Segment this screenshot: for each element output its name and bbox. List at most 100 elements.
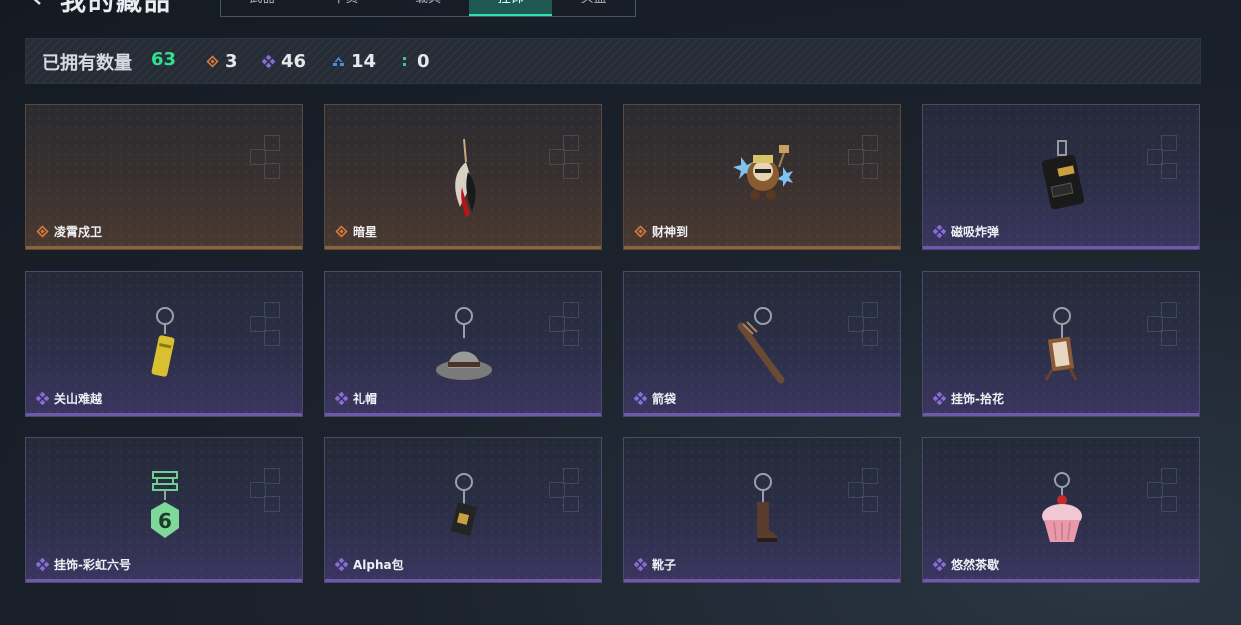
item-card[interactable]: 挂饰-拾花 <box>922 271 1200 417</box>
rarity-count-purple: 46 <box>262 51 306 72</box>
purple-diamond-icon <box>933 225 946 238</box>
back-arrow-icon[interactable] <box>26 0 46 6</box>
item-name: 暗星 <box>353 225 378 239</box>
item-name: 悠然茶歇 <box>951 558 1000 572</box>
purple-diamond-icon <box>335 392 348 405</box>
card-decoration <box>250 135 294 179</box>
item-label: 磁吸炸弹 <box>933 223 999 240</box>
item-name: 挂饰-拾花 <box>951 392 1004 406</box>
flower-frame-charm-icon <box>1044 307 1078 381</box>
green-dots-icon <box>403 57 406 66</box>
card-decoration <box>848 135 892 179</box>
tab-weapons[interactable]: 武器 <box>221 0 304 16</box>
rarity-bar <box>26 246 302 249</box>
tab-helmets[interactable]: 头盔 <box>552 0 635 16</box>
orange-diamond-icon <box>36 225 49 238</box>
item-card[interactable]: 悠然茶歇 <box>922 437 1200 583</box>
tab-operators[interactable]: 干员 <box>304 0 387 16</box>
card-decoration <box>549 468 593 512</box>
item-card[interactable]: 靴子 <box>623 437 901 583</box>
item-label: 悠然茶歇 <box>933 556 999 573</box>
card-decoration <box>549 135 593 179</box>
item-label: 箭袋 <box>634 390 676 407</box>
item-label: 财神到 <box>634 223 688 240</box>
purple-diamond-icon <box>634 392 647 405</box>
item-card[interactable]: 礼帽 <box>324 271 602 417</box>
item-card[interactable]: 6 挂饰-彩虹六号 <box>25 437 303 583</box>
rarity-bar <box>624 579 900 582</box>
rarity-bar <box>923 246 1199 249</box>
card-decoration <box>848 468 892 512</box>
item-label: Alpha包 <box>335 556 404 573</box>
rarity-count-green: 0 <box>398 51 430 72</box>
item-name: 箭袋 <box>652 392 677 406</box>
card-decoration <box>1147 468 1191 512</box>
item-name: 凌霄戍卫 <box>54 225 103 239</box>
card-decoration <box>250 302 294 346</box>
boot-charm-icon <box>754 473 777 542</box>
rarity-bar <box>325 579 601 582</box>
blue-count: 14 <box>351 51 377 72</box>
rarity-bar <box>325 246 601 249</box>
item-card[interactable]: 财神到 <box>623 104 901 250</box>
cupcake-charm-icon <box>1042 472 1082 542</box>
card-decoration <box>1147 302 1191 346</box>
rainbow-six-charm-icon: 6 <box>151 471 179 538</box>
item-label: 挂饰-拾花 <box>933 390 1004 407</box>
owned-label: 已拥有数量 <box>42 53 132 74</box>
item-name: 财神到 <box>652 225 689 239</box>
orange-diamond-icon <box>206 55 219 68</box>
owned-count: 63 <box>151 49 177 70</box>
quiver-charm-icon <box>737 307 785 384</box>
card-decoration <box>848 302 892 346</box>
rarity-count-orange: 3 <box>206 51 238 72</box>
item-name: 磁吸炸弹 <box>951 225 1000 239</box>
item-name: 关山难越 <box>54 392 103 406</box>
item-card[interactable]: 磁吸炸弹 <box>922 104 1200 250</box>
purple-diamond-icon <box>36 392 49 405</box>
item-card[interactable]: 箭袋 <box>623 271 901 417</box>
header: 我的藏品 武器 干员 载具 挂饰 头盔 <box>0 0 1241 20</box>
rarity-count-blue: 14 <box>332 51 376 72</box>
orange-count: 3 <box>225 51 238 72</box>
item-card[interactable]: Alpha包 <box>324 437 602 583</box>
item-label: 礼帽 <box>335 390 377 407</box>
item-name: Alpha包 <box>353 558 404 572</box>
card-decoration <box>250 468 294 512</box>
rarity-bar <box>26 579 302 582</box>
bomb-charm-icon <box>1041 140 1085 210</box>
purple-diamond-icon <box>262 55 275 68</box>
rarity-bar <box>624 246 900 249</box>
item-card[interactable]: 暗星 <box>324 104 602 250</box>
item-card[interactable]: 凌霄戍卫 <box>25 104 303 250</box>
rarity-bar <box>923 579 1199 582</box>
page-title: 我的藏品 <box>60 0 173 17</box>
green-count: 0 <box>417 51 430 72</box>
tab-vehicles[interactable]: 载具 <box>387 0 470 16</box>
item-label: 凌霄戍卫 <box>36 223 102 240</box>
purple-diamond-icon <box>933 558 946 571</box>
collection-summary: 已拥有数量 63 3 46 14 0 <box>25 38 1201 84</box>
blue-chevron-icon <box>333 57 344 66</box>
fortune-god-figure-icon <box>733 145 793 200</box>
hat-charm-icon <box>436 307 492 380</box>
item-name: 礼帽 <box>353 392 378 406</box>
item-label: 暗星 <box>335 223 377 240</box>
purple-diamond-icon <box>634 558 647 571</box>
rarity-bar <box>325 413 601 416</box>
orange-diamond-icon <box>335 225 348 238</box>
orange-diamond-icon <box>634 225 647 238</box>
svg-text:6: 6 <box>158 509 172 533</box>
purple-diamond-icon <box>36 558 49 571</box>
purple-diamond-icon <box>933 392 946 405</box>
item-label: 关山难越 <box>36 390 102 407</box>
card-decoration <box>1147 135 1191 179</box>
rarity-bar <box>624 413 900 416</box>
category-tabs: 武器 干员 载具 挂饰 头盔 <box>220 0 636 17</box>
tab-charms[interactable]: 挂饰 <box>469 0 553 16</box>
item-card[interactable]: 关山难越 <box>25 271 303 417</box>
yellow-can-charm-icon <box>151 307 175 377</box>
item-label: 挂饰-彩虹六号 <box>36 556 131 573</box>
item-name: 挂饰-彩虹六号 <box>54 558 131 572</box>
item-name: 靴子 <box>652 558 677 572</box>
